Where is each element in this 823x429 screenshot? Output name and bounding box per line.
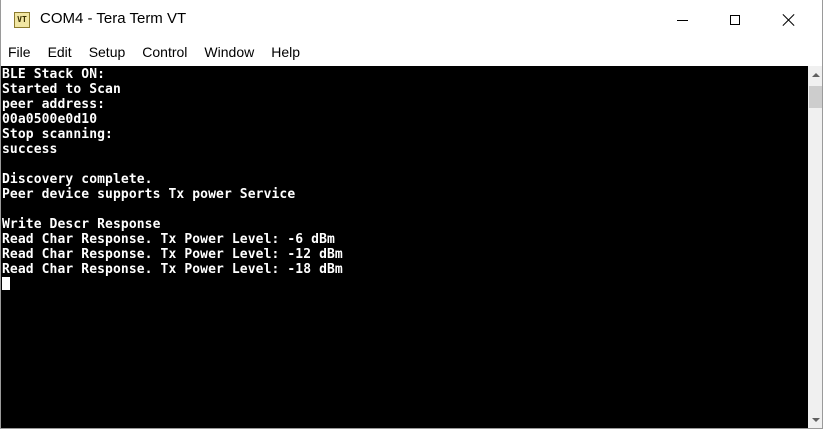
vertical-scrollbar[interactable] xyxy=(808,66,822,428)
terminal-cursor xyxy=(2,277,10,290)
terminal-line: Read Char Response. Tx Power Level: -18 … xyxy=(2,262,343,277)
menu-control[interactable]: Control xyxy=(134,40,196,64)
chevron-down-icon xyxy=(811,417,820,422)
tera-term-app-icon[interactable]: VT xyxy=(14,12,30,28)
menu-setup[interactable]: Setup xyxy=(81,40,135,64)
minimize-button[interactable] xyxy=(659,0,705,40)
terminal-line: success xyxy=(2,142,58,157)
maximize-icon xyxy=(730,15,740,25)
menu-help[interactable]: Help xyxy=(263,40,309,64)
window-title: COM4 - Tera Term VT xyxy=(40,10,187,27)
terminal-line: 00a0500e0d10 xyxy=(2,112,98,127)
scroll-down-button[interactable] xyxy=(808,411,822,428)
terminal-line: Read Char Response. Tx Power Level: -12 … xyxy=(2,247,343,262)
terminal-output[interactable]: BLE Stack ON: Started to Scan peer addre… xyxy=(1,66,808,428)
terminal-line: BLE Stack ON: xyxy=(2,67,106,82)
chevron-up-icon xyxy=(811,72,820,77)
close-button[interactable] xyxy=(766,0,812,40)
terminal-line: Started to Scan xyxy=(2,82,121,97)
close-icon xyxy=(783,14,795,26)
terminal-line: Discovery complete. xyxy=(2,172,153,187)
terminal-line: Read Char Response. Tx Power Level: -6 d… xyxy=(2,232,335,247)
terminal-line: Write Descr Response xyxy=(2,217,161,232)
title-bar[interactable]: VT COM4 - Tera Term VT xyxy=(1,0,822,40)
minimize-icon xyxy=(676,19,688,21)
terminal-line: peer address: xyxy=(2,97,106,112)
tera-term-window: VT COM4 - Tera Term VT File Edit Setup C… xyxy=(0,0,823,429)
scroll-up-button[interactable] xyxy=(808,66,822,83)
menu-window[interactable]: Window xyxy=(196,40,263,64)
menu-file[interactable]: File xyxy=(1,40,40,64)
terminal-line: Peer device supports Tx power Service xyxy=(2,187,296,202)
menu-edit[interactable]: Edit xyxy=(40,40,81,64)
maximize-button[interactable] xyxy=(712,0,758,40)
menu-bar: File Edit Setup Control Window Help xyxy=(1,40,822,64)
scrollbar-thumb[interactable] xyxy=(809,86,822,108)
terminal-line: Stop scanning: xyxy=(2,127,113,142)
